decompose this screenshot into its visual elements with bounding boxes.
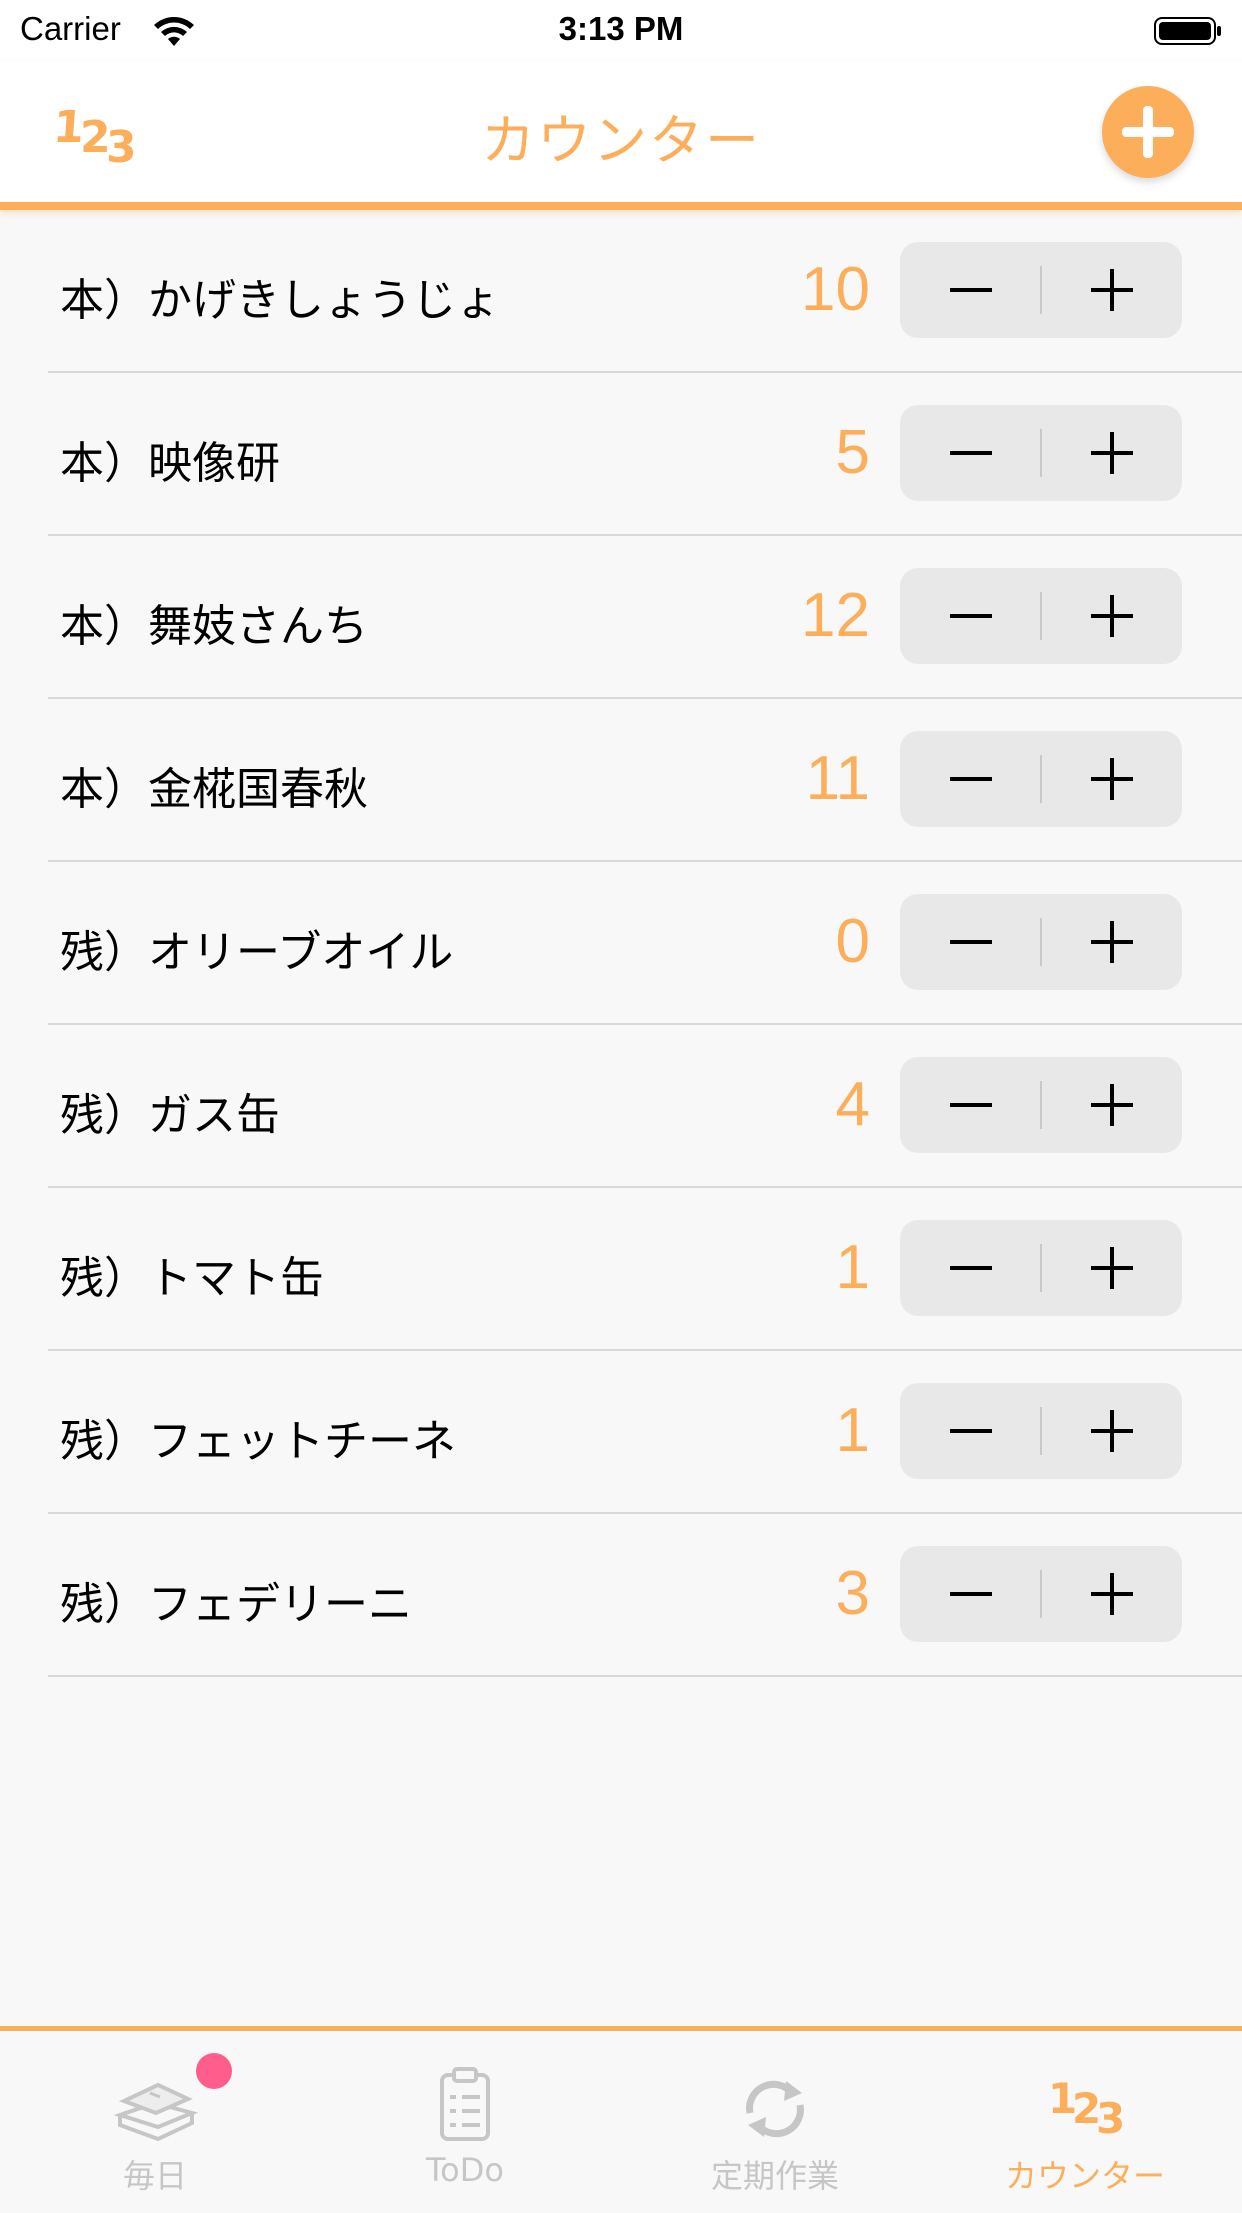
decrement-button[interactable] xyxy=(900,1057,1040,1153)
counter-stepper xyxy=(900,894,1182,990)
counter-label: 残）フェデリーニ xyxy=(60,1579,412,1630)
decrement-button[interactable] xyxy=(900,1220,1040,1316)
page-title: カウンター xyxy=(481,109,761,172)
increment-button[interactable] xyxy=(1042,1220,1182,1316)
counter-stepper xyxy=(900,242,1182,338)
counter-row[interactable]: 本）かげきしょうじょ 10 xyxy=(48,210,1242,373)
increment-button[interactable] xyxy=(1042,568,1182,664)
decrement-button[interactable] xyxy=(900,242,1040,338)
tab-bar: 毎日 ToDo 定期作業 1 2 3 カウンター xyxy=(0,2026,1242,2213)
counter-value: 3 xyxy=(835,1559,870,1628)
decrement-button[interactable] xyxy=(900,1546,1040,1642)
counter-row[interactable]: 残）ガス缶 4 xyxy=(48,1025,1242,1188)
counter-label: 残）フェットチーネ xyxy=(60,1416,456,1467)
counter-value: 12 xyxy=(801,581,870,650)
counter-label: 本）かげきしょうじょ xyxy=(60,275,500,326)
increment-button[interactable] xyxy=(1042,405,1182,501)
tab-label-periodic: 定期作業 xyxy=(710,2157,839,2195)
counter-label: 本）金椛国春秋 xyxy=(60,764,368,815)
increment-button[interactable] xyxy=(1042,894,1182,990)
increment-button[interactable] xyxy=(1042,1383,1182,1479)
tab-todo[interactable]: ToDo xyxy=(310,2031,620,2208)
counter-value: 5 xyxy=(835,418,870,487)
counter-label: 残）ガス缶 xyxy=(60,1090,280,1141)
counter-stepper xyxy=(900,1546,1182,1642)
status-time: 3:13 PM xyxy=(558,10,684,47)
counter-123-icon: 1 2 3 xyxy=(1048,2074,1125,2143)
increment-button[interactable] xyxy=(1042,731,1182,827)
repeat-arrows-icon xyxy=(746,2080,804,2138)
counter-stepper xyxy=(900,568,1182,664)
counter-row[interactable]: 残）オリーブオイル 0 xyxy=(48,862,1242,1025)
counter-value: 1 xyxy=(835,1233,870,1302)
counter-stepper xyxy=(900,405,1182,501)
counter-row[interactable]: 本）金椛国春秋 11 xyxy=(48,699,1242,862)
decrement-button[interactable] xyxy=(900,731,1040,827)
decrement-button[interactable] xyxy=(900,894,1040,990)
navigation-bar: 1 2 3 カウンター xyxy=(0,62,1242,210)
increment-button[interactable] xyxy=(1042,1546,1182,1642)
decrement-button[interactable] xyxy=(900,1383,1040,1479)
counter-value: 11 xyxy=(805,744,870,813)
counter-stepper xyxy=(900,1383,1182,1479)
counter-label: 残）オリーブオイル xyxy=(60,927,454,978)
tab-label-todo: ToDo xyxy=(426,2151,504,2189)
counter-label: 残）トマト缶 xyxy=(60,1253,324,1304)
battery-icon xyxy=(1154,17,1221,45)
tab-label-daily: 毎日 xyxy=(122,2157,187,2195)
svg-text:3: 3 xyxy=(1096,2094,1125,2143)
counter-row[interactable]: 残）フェデリーニ 3 xyxy=(48,1514,1242,1677)
decrement-button[interactable] xyxy=(900,405,1040,501)
counter-value: 1 xyxy=(835,1396,870,1465)
notification-badge xyxy=(196,2053,232,2089)
counter-stepper xyxy=(900,731,1182,827)
counter-row[interactable]: 残）トマト缶 1 xyxy=(48,1188,1242,1351)
counter-row[interactable]: 本）映像研 5 xyxy=(48,373,1242,536)
counter-row[interactable]: 本）舞妓さんち 12 xyxy=(48,536,1242,699)
counter-stepper xyxy=(900,1057,1182,1153)
counter-value: 4 xyxy=(835,1070,870,1139)
counter-value: 0 xyxy=(835,907,870,976)
counter-list: 本）かげきしょうじょ 10 本）映像研 5 本）舞妓さんち 12 本）金椛国春秋 11 残）オリ… xyxy=(0,210,1242,1677)
tab-daily[interactable]: 毎日 xyxy=(0,2031,310,2208)
tab-label-counter: カウンター xyxy=(1004,2157,1165,2195)
book-stack-icon xyxy=(113,2082,199,2142)
add-counter-button[interactable] xyxy=(1102,86,1194,178)
status-bar: Carrier 3:13 PM xyxy=(0,0,1242,62)
counter-row[interactable]: 残）フェットチーネ 1 xyxy=(48,1351,1242,1514)
counter-label: 本）映像研 xyxy=(60,438,280,489)
counter-value: 10 xyxy=(801,255,870,324)
tab-periodic[interactable]: 定期作業 xyxy=(620,2031,930,2208)
decrement-button[interactable] xyxy=(900,568,1040,664)
increment-button[interactable] xyxy=(1042,242,1182,338)
tab-counter[interactable]: 1 2 3 カウンター xyxy=(930,2031,1240,2208)
counter-stepper xyxy=(900,1220,1182,1316)
clipboard-list-icon xyxy=(440,2067,490,2141)
increment-button[interactable] xyxy=(1042,1057,1182,1153)
counter-label: 本）舞妓さんち xyxy=(60,601,368,652)
